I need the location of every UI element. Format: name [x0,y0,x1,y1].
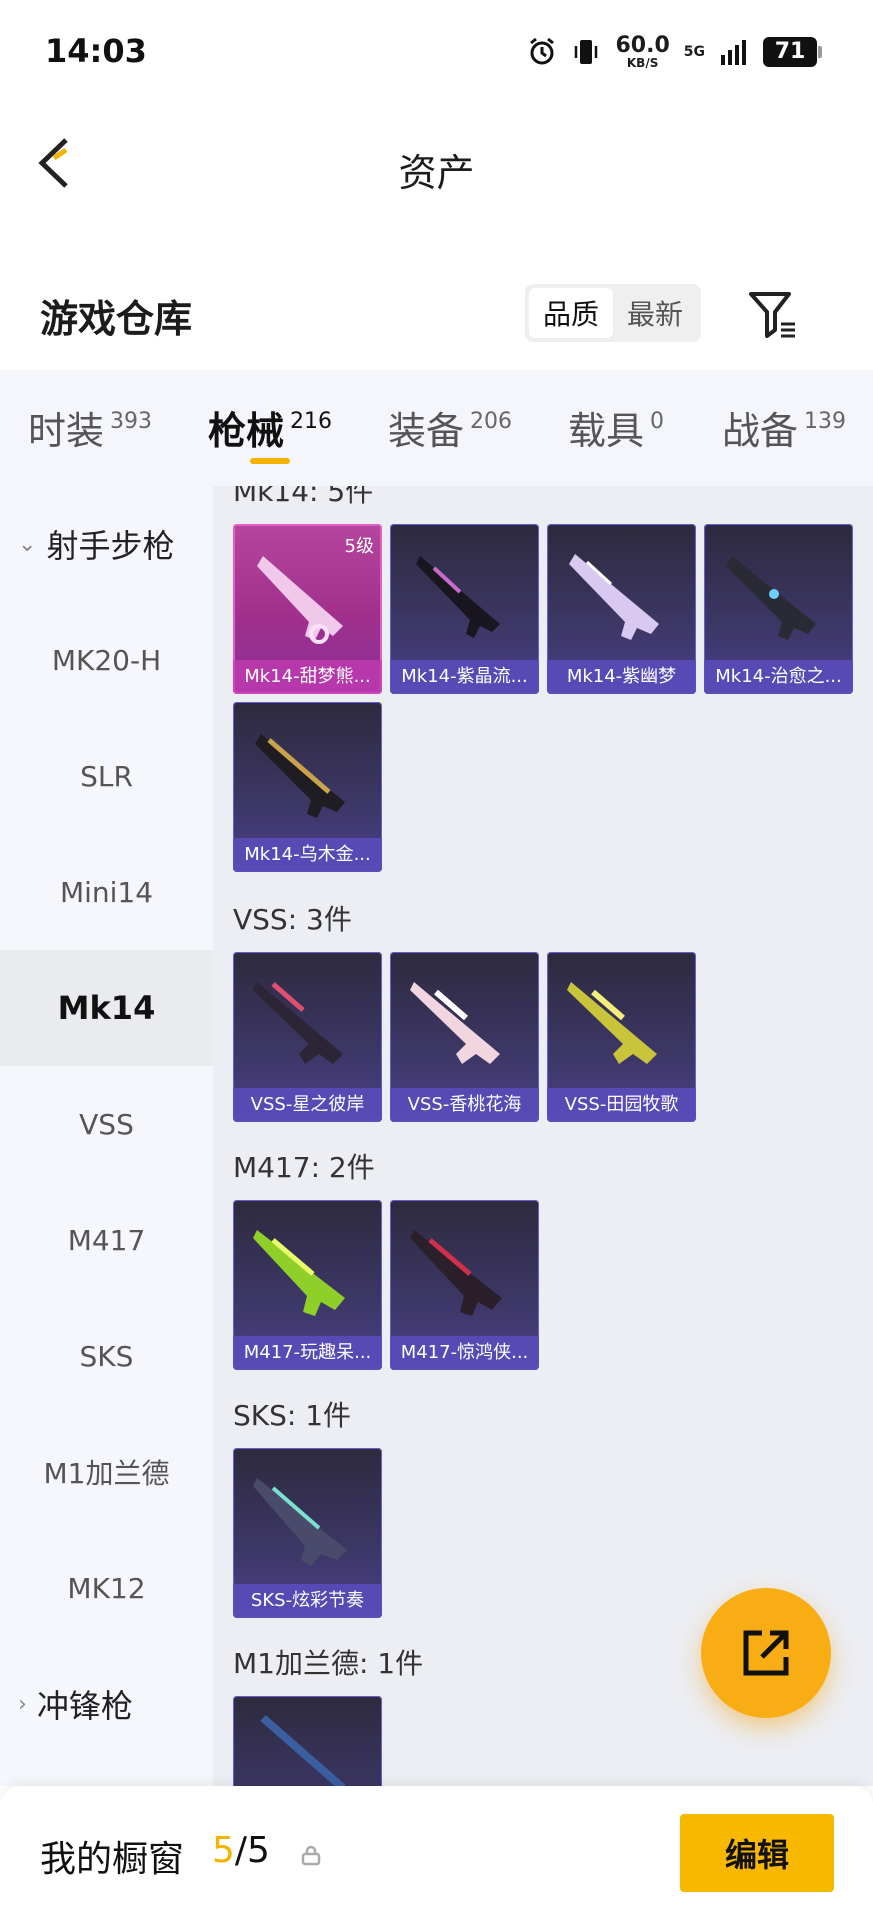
section-title-m1-garand: M1加兰德: 1件 [233,1647,424,1680]
rifle-skin-icon [253,1478,347,1566]
sidebar-item-m1-garand[interactable]: M1加兰德 [0,1414,213,1530]
network-speed: 60.0 KB/S [615,33,670,70]
weapon-name: VSS-田园牧歌 [547,1088,696,1122]
rifle-skin-icon [253,1230,345,1316]
weapon-name: M417-玩趣呆... [233,1336,382,1370]
chevron-down-icon: ⌄ [18,531,37,557]
sidebar-item-m417[interactable]: M417 [0,1182,213,1298]
rifle-skin-icon [726,556,816,640]
weapon-name: Mk14-紫晶流... [390,660,539,694]
status-bar: 14:03 60.0 KB/S 5G 71 [0,0,873,104]
alarm-icon [530,37,555,65]
sidebar-item-sks[interactable]: SKS [0,1298,213,1414]
weapon-name: SKS-炫彩节奏 [233,1584,382,1618]
lock-icon [301,1845,321,1866]
showcase-count: 5/5 [212,1830,270,1871]
status-time: 14:03 [45,32,147,70]
sort-toggle: 品质 最新 [525,284,701,342]
rifle-skin-icon [567,982,657,1064]
weapon-card[interactable]: Mk14-紫幽梦 [547,524,696,694]
tab-vehicles[interactable]: 载具 0 [568,400,664,455]
tab-equipment[interactable]: 装备 206 [388,400,512,455]
network-type: 5G [683,44,705,60]
weapon-card[interactable]: SKS-炫彩节奏 [233,1448,382,1618]
filter-icon [749,292,795,338]
weapon-card[interactable]: 5级 Mk14-甜梦熊... [233,524,382,694]
showcase-label: 我的橱窗 [40,1839,185,1880]
tab-guns[interactable]: 枪械 216 [208,400,332,455]
rifle-skin-icon [253,982,343,1064]
section-title-vss: VSS: 3件 [233,903,352,936]
weapon-card[interactable]: Mk14-治愈之... [704,524,853,694]
sidebar-item-mk14[interactable]: Mk14 [0,950,213,1066]
rifle-skin-icon [569,554,659,640]
vibrate-icon [575,40,598,64]
sidebar-item-vss[interactable]: VSS [0,1066,213,1182]
rifle-skin-icon [410,982,500,1064]
share-fab[interactable] [701,1588,831,1718]
rifle-skin-icon [255,734,345,818]
weapon-card[interactable]: M417-惊鸿侠... [390,1200,539,1370]
rifle-skin-icon [260,1714,346,1786]
weapon-card[interactable]: Mk14-紫晶流... [390,524,539,694]
weapon-name: M417-惊鸿侠... [390,1336,539,1370]
weapon-name: Mk14-治愈之... [704,660,853,694]
category-tabs: 时装 393 枪械 216 装备 206 载具 0 战备 139 [0,370,873,486]
section-title-mk14: Mk14: 5件 [233,486,374,508]
weapon-sidebar: ⌄ 射手步枪 MK20-H SLR Mini14 Mk14 VSS M417 SK… [0,486,213,1786]
tab-battle-gear[interactable]: 战备 139 [722,400,846,455]
rifle-skin-icon [257,556,343,644]
sort-option-quality[interactable]: 品质 [529,288,613,338]
warehouse-header: 游戏仓库 品质 最新 [0,262,873,362]
sort-option-newest[interactable]: 最新 [613,288,697,338]
sidebar-item-mk20h[interactable]: MK20-H [0,602,213,718]
section-title-sks: SKS: 1件 [233,1399,352,1432]
tab-fashion[interactable]: 时装 393 [28,400,152,455]
top-bar: 资产 [0,104,873,224]
rifle-skin-icon [410,1230,502,1316]
sidebar-item-mini14[interactable]: Mini14 [0,834,213,950]
signal-icon [721,40,746,65]
sidebar-group-marksman[interactable]: ⌄ 射手步枪 [0,486,213,602]
section-title-m417: M417: 2件 [233,1151,375,1184]
filter-button[interactable] [745,286,801,342]
bottom-bar: 我的橱窗 5/5 编辑 [0,1786,873,1920]
sidebar-item-mk12[interactable]: MK12 [0,1530,213,1646]
weapon-name: VSS-香桃花海 [390,1088,539,1122]
weapon-card[interactable]: VSS-香桃花海 [390,952,539,1122]
warehouse-title: 游戏仓库 [40,297,193,341]
weapon-name: Mk14-甜梦熊... [233,660,382,694]
page-title: 资产 [398,151,475,195]
weapon-name: VSS-星之彼岸 [233,1088,382,1122]
weapon-name: Mk14-紫幽梦 [547,660,696,694]
status-icons: 60.0 KB/S 5G 71 [527,32,822,72]
sidebar-item-slr[interactable]: SLR [0,718,213,834]
rifle-skin-icon [416,556,500,638]
weapon-card[interactable]: VSS-星之彼岸 [233,952,382,1122]
weapon-card[interactable]: Mk14-乌木金... [233,702,382,872]
tab-active-indicator [250,458,290,464]
sidebar-group-smg[interactable]: › 冲锋枪 [0,1646,213,1762]
weapon-card[interactable]: M417-玩趣呆... [233,1200,382,1370]
weapon-card[interactable] [233,1696,382,1786]
chevron-right-icon: › [18,1691,27,1717]
weapon-card[interactable]: VSS-田园牧歌 [547,952,696,1122]
share-external-icon [743,1630,789,1676]
edit-button[interactable]: 编辑 [680,1814,834,1892]
weapon-name: Mk14-乌木金... [233,838,382,872]
battery-indicator: 71 [763,37,822,67]
